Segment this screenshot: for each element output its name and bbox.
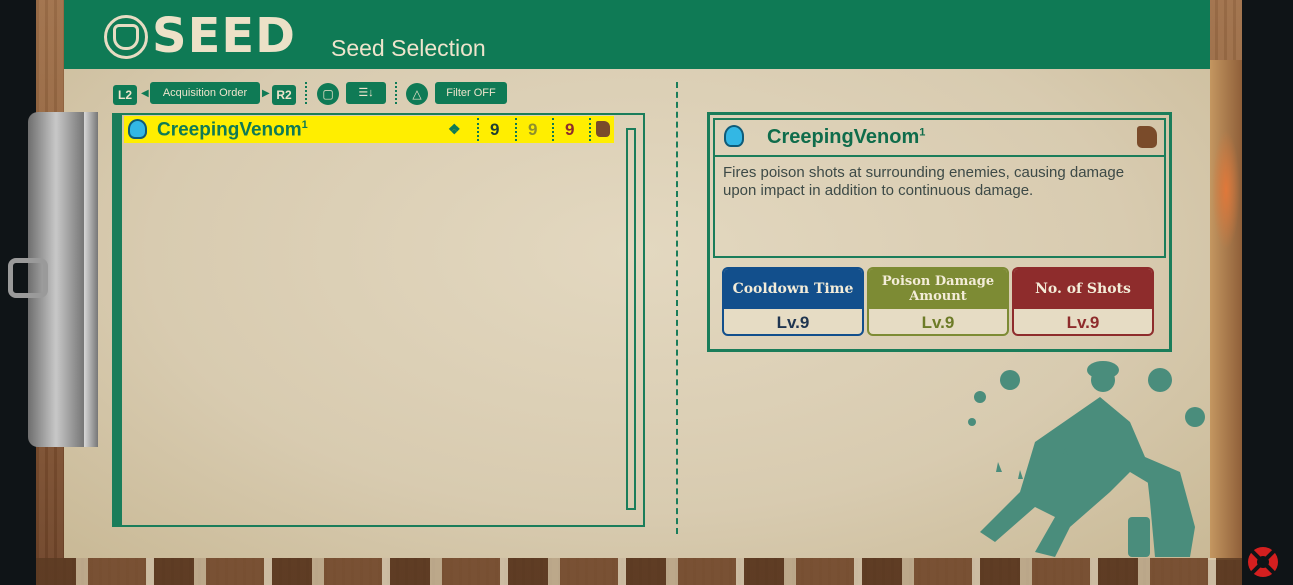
gardener-illustration xyxy=(968,361,1205,557)
square-button-icon[interactable]: ▢ xyxy=(317,83,339,105)
stat-value-3: 9 xyxy=(565,120,575,139)
right-arrow-icon: ▶ xyxy=(262,88,270,99)
detail-description: Fires poison shots at surrounding enemie… xyxy=(723,164,1125,199)
seed-type-icon: ❖ xyxy=(448,121,461,137)
clip-spine xyxy=(84,112,98,447)
page-title: SEED xyxy=(152,8,296,64)
filter-toggle[interactable]: Filter OFF xyxy=(435,82,507,104)
stat-label: No. of Shots xyxy=(1014,269,1152,309)
ign-logo-icon xyxy=(1248,547,1278,577)
stat-poison-damage: Poison Damage Amount Lv.9 xyxy=(867,267,1009,336)
clip-ring xyxy=(8,258,48,298)
hand-logo-icon xyxy=(104,15,148,59)
stat-label: Cooldown Time xyxy=(724,269,862,309)
r2-button[interactable]: R2 xyxy=(272,85,296,105)
skull-icon xyxy=(128,119,147,139)
sort-order-selector[interactable]: Acquisition Order xyxy=(150,82,260,104)
stat-value-1: 9 xyxy=(490,120,500,139)
detail-title: CreepingVenom1 xyxy=(767,126,926,148)
title-divider xyxy=(715,155,1164,157)
stat-label: Poison Damage Amount xyxy=(869,269,1007,309)
left-arrow-icon: ◀ xyxy=(141,88,149,99)
panel-divider xyxy=(676,82,678,534)
l2-button[interactable]: L2 xyxy=(113,85,137,105)
stat-level: Lv.9 xyxy=(1066,313,1100,332)
skull-icon xyxy=(724,125,744,147)
row-divider xyxy=(477,118,479,141)
stat-value-2: 9 xyxy=(528,120,538,139)
sort-direction-icon[interactable]: ☰↓ xyxy=(346,82,386,104)
list-scrollbar[interactable] xyxy=(626,128,636,510)
triangle-button-icon[interactable]: △ xyxy=(406,83,428,105)
paint-splash xyxy=(1212,130,1240,250)
stat-number-of-shots: No. of Shots Lv.9 xyxy=(1012,267,1154,336)
board-bottom-strip xyxy=(36,558,1242,585)
seed-list-panel xyxy=(112,113,645,527)
watering-can-icon xyxy=(1137,126,1157,148)
toolbar-divider xyxy=(305,82,307,104)
page-subtitle: Seed Selection xyxy=(331,35,486,61)
row-divider xyxy=(515,118,517,141)
toolbar-divider xyxy=(395,82,397,104)
watering-can-icon xyxy=(596,121,610,137)
list-item-name: CreepingVenom1 xyxy=(157,119,308,141)
stat-level: Lv.9 xyxy=(921,313,955,332)
stat-cooldown-time: Cooldown Time Lv.9 xyxy=(722,267,864,336)
row-divider xyxy=(552,118,554,141)
stat-level: Lv.9 xyxy=(776,313,810,332)
row-divider xyxy=(589,118,591,141)
